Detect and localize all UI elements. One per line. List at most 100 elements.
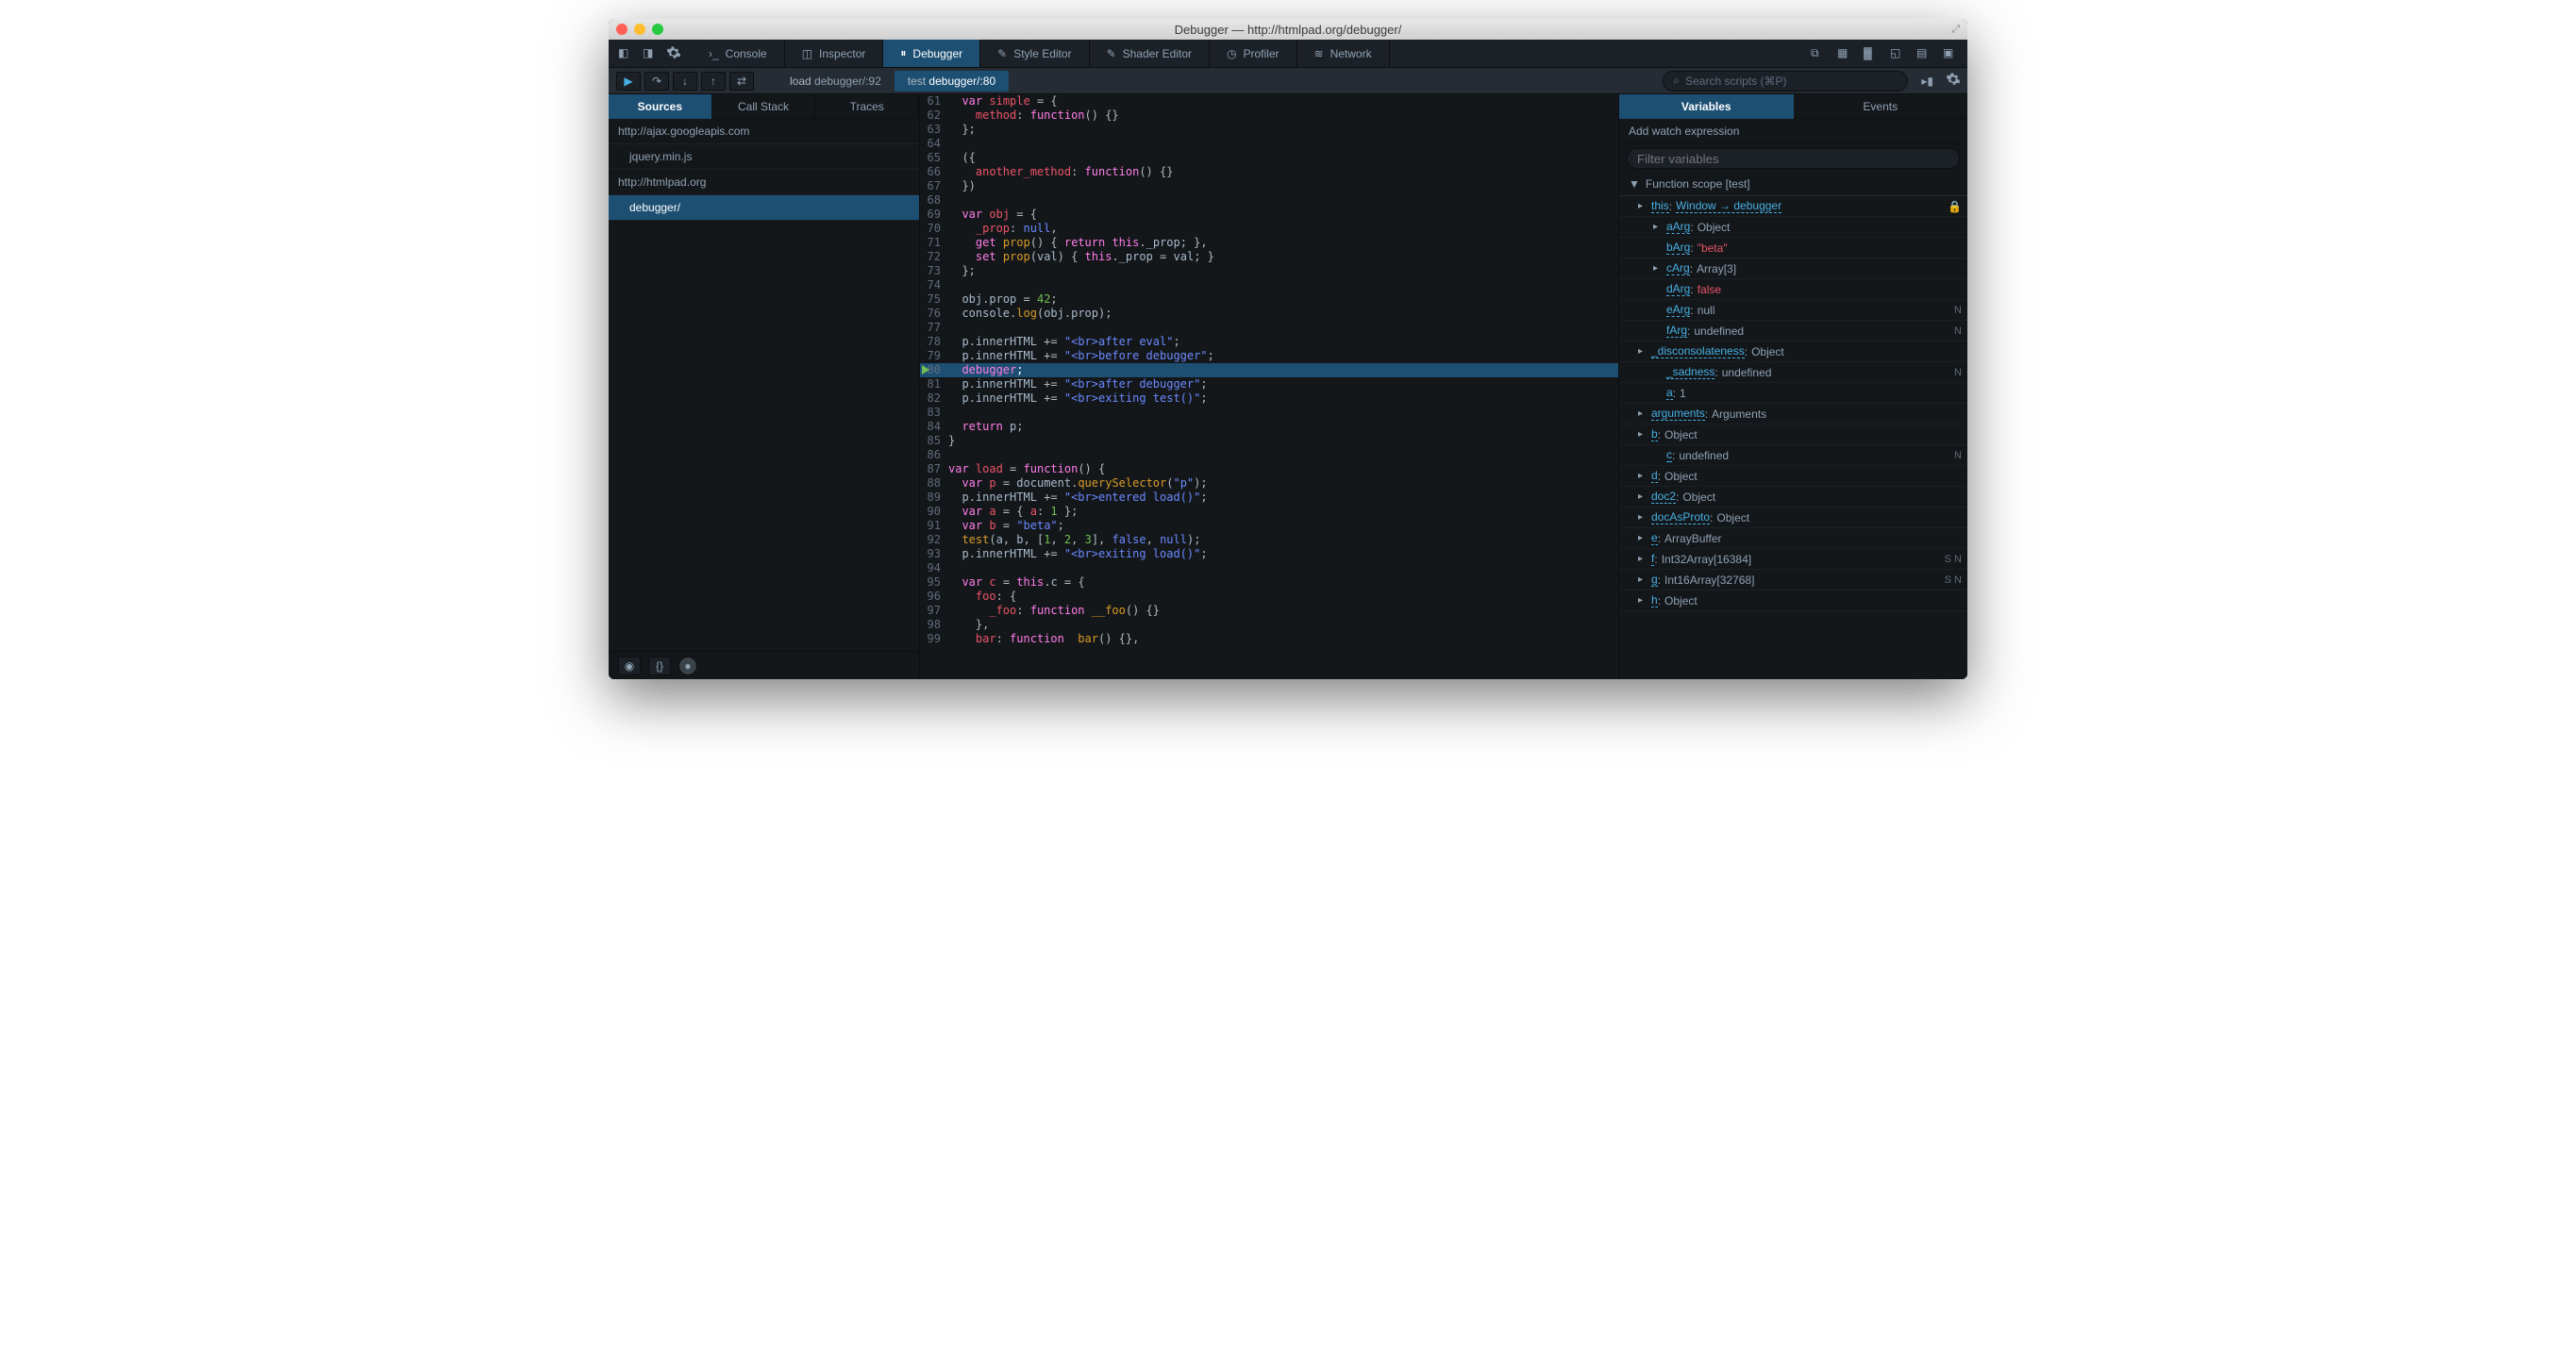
dock-side-icon[interactable]: ◧ (618, 46, 633, 61)
variable-item[interactable]: ▸this: Window → debugger🔒 (1619, 196, 1967, 217)
line-number[interactable]: 70 (920, 222, 948, 236)
variable-item[interactable]: ▸e: ArrayBuffer (1619, 528, 1967, 549)
code-line[interactable]: 82 p.innerHTML += "<br>exiting test()"; (920, 391, 1618, 406)
variable-item[interactable]: ▸g: Int16Array[32768]S N (1619, 570, 1967, 591)
add-watch-expression[interactable]: Add watch expression (1619, 119, 1967, 144)
left-tab-call-stack[interactable]: Call Stack (712, 94, 816, 119)
variable-item[interactable]: ▸docAsProto: Object (1619, 507, 1967, 528)
source-item[interactable]: http://ajax.googleapis.com (609, 119, 919, 144)
line-number[interactable]: 98 (920, 618, 948, 632)
code-line[interactable]: 74 (920, 278, 1618, 292)
code-line[interactable]: 62 method: function() {} (920, 108, 1618, 123)
paint-flashing-icon[interactable]: ▓ (1864, 46, 1879, 61)
source-item[interactable]: jquery.min.js (609, 144, 919, 170)
line-number[interactable]: 92 (920, 533, 948, 547)
code-line[interactable]: 95 var c = this.c = { (920, 575, 1618, 590)
code-line[interactable]: 72 set prop(val) { this._prop = val; } (920, 250, 1618, 264)
code-line[interactable]: 61 var simple = { (920, 94, 1618, 108)
line-number[interactable]: 65 (920, 151, 948, 165)
line-number[interactable]: 88 (920, 476, 948, 491)
line-number[interactable]: 81 (920, 377, 948, 391)
code-line[interactable]: 65 ({ (920, 151, 1618, 165)
code-line[interactable]: 84 return p; (920, 420, 1618, 434)
panel-tab-debugger[interactable]: ⏸Debugger (883, 40, 980, 67)
panel-tab-inspector[interactable]: ◫Inspector (785, 40, 884, 67)
variable-item[interactable]: ▸d: Object (1619, 466, 1967, 487)
dock-bottom-icon[interactable]: ◨ (643, 46, 658, 61)
code-line[interactable]: 71 get prop() { return this._prop; }, (920, 236, 1618, 250)
panel-tab-shader-editor[interactable]: ✎Shader Editor (1090, 40, 1210, 67)
filter-variables-input[interactable] (1627, 148, 1960, 169)
stack-frame[interactable]: load debugger/:92 (777, 75, 895, 88)
step-out-button[interactable]: ↑ (701, 72, 726, 91)
code-line[interactable]: 89 p.innerHTML += "<br>entered load()"; (920, 491, 1618, 505)
right-tab-variables[interactable]: Variables (1619, 94, 1794, 119)
code-line[interactable]: 69 var obj = { (920, 208, 1618, 222)
variable-item[interactable]: a: 1 (1619, 383, 1967, 404)
line-number[interactable]: 68 (920, 193, 948, 208)
code-line[interactable]: 97 _foo: function __foo() {} (920, 604, 1618, 618)
variable-item[interactable]: dArg: false (1619, 279, 1967, 300)
line-number[interactable]: 76 (920, 307, 948, 321)
variable-item[interactable]: c: undefinedN (1619, 445, 1967, 466)
code-line[interactable]: 73 }; (920, 264, 1618, 278)
variable-item[interactable]: ▸aArg: Object (1619, 217, 1967, 238)
line-number[interactable]: 87 (920, 462, 948, 476)
line-number[interactable]: 93 (920, 547, 948, 561)
variable-item[interactable]: ▸doc2: Object (1619, 487, 1967, 507)
right-tab-events[interactable]: Events (1794, 94, 1968, 119)
variable-item[interactable]: ▸b: Object (1619, 424, 1967, 445)
code-line[interactable]: 66 another_method: function() {} (920, 165, 1618, 179)
source-editor[interactable]: 61 var simple = {62 method: function() {… (920, 94, 1618, 679)
panel-tab-profiler[interactable]: ◷Profiler (1210, 40, 1297, 67)
trace-button[interactable]: ● (678, 657, 697, 675)
toggle-panes-icon[interactable]: ▸▮ (1921, 75, 1933, 88)
line-number[interactable]: 95 (920, 575, 948, 590)
variable-item[interactable]: ▸f: Int32Array[16384]S N (1619, 549, 1967, 570)
variable-item[interactable]: eArg: nullN (1619, 300, 1967, 321)
line-number[interactable]: 85 (920, 434, 948, 448)
code-line[interactable]: 85} (920, 434, 1618, 448)
tilt-icon[interactable]: ▤ (1916, 46, 1932, 61)
line-number[interactable]: 94 (920, 561, 948, 575)
line-number[interactable]: 61 (920, 94, 948, 108)
line-number[interactable]: 66 (920, 165, 948, 179)
line-number[interactable]: 67 (920, 179, 948, 193)
line-number[interactable]: 75 (920, 292, 948, 307)
code-line[interactable]: 67 }) (920, 179, 1618, 193)
code-line[interactable]: 76 console.log(obj.prop); (920, 307, 1618, 321)
variable-item[interactable]: ▸_disconsolateness: Object (1619, 341, 1967, 362)
code-line[interactable]: 75 obj.prop = 42; (920, 292, 1618, 307)
variable-item[interactable]: bArg: "beta" (1619, 238, 1967, 258)
search-scripts-input[interactable]: ⌕ Search scripts (⌘P) (1663, 71, 1908, 91)
responsive-mode-icon[interactable]: ⧉ (1811, 46, 1826, 61)
code-line[interactable]: 90 var a = { a: 1 }; (920, 505, 1618, 519)
code-line[interactable]: 91 var b = "beta"; (920, 519, 1618, 533)
code-line[interactable]: 93 p.innerHTML += "<br>exiting load()"; (920, 547, 1618, 561)
line-number[interactable]: 72 (920, 250, 948, 264)
code-line[interactable]: 81 p.innerHTML += "<br>after debugger"; (920, 377, 1618, 391)
code-line[interactable]: 92 test(a, b, [1, 2, 3], false, null); (920, 533, 1618, 547)
left-tab-traces[interactable]: Traces (815, 94, 919, 119)
variable-item[interactable]: ▸cArg: Array[3] (1619, 258, 1967, 279)
line-number[interactable]: 62 (920, 108, 948, 123)
code-line[interactable]: 99 bar: function bar() {}, (920, 632, 1618, 646)
code-line[interactable]: 80 debugger; (920, 363, 1618, 377)
line-number[interactable]: 82 (920, 391, 948, 406)
resume-button[interactable]: ▶ (616, 72, 641, 91)
left-tab-sources[interactable]: Sources (609, 94, 712, 119)
code-line[interactable]: 79 p.innerHTML += "<br>before debugger"; (920, 349, 1618, 363)
blackbox-button[interactable]: ◉ (618, 657, 641, 675)
line-number[interactable]: 80 (920, 363, 948, 377)
variable-item[interactable]: fArg: undefinedN (1619, 321, 1967, 341)
code-line[interactable]: 63 }; (920, 123, 1618, 137)
line-number[interactable]: 63 (920, 123, 948, 137)
variable-item[interactable]: _sadness: undefinedN (1619, 362, 1967, 383)
variable-item[interactable]: ▸h: Object (1619, 591, 1967, 611)
code-line[interactable]: 70 _prop: null, (920, 222, 1618, 236)
line-number[interactable]: 79 (920, 349, 948, 363)
step-in-button[interactable]: ↓ (673, 72, 697, 91)
scratchpad-icon[interactable]: ▦ (1837, 46, 1852, 61)
line-number[interactable]: 73 (920, 264, 948, 278)
source-item[interactable]: http://htmlpad.org (609, 170, 919, 195)
